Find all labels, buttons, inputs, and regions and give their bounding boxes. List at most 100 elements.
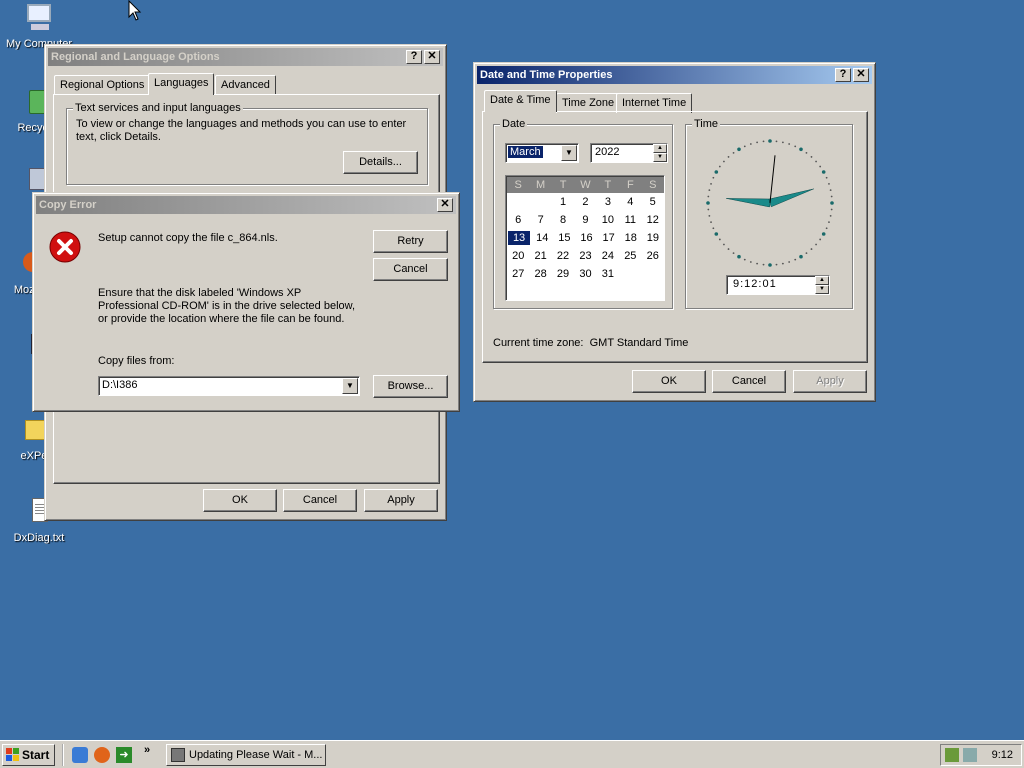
clock-tick: [714, 232, 719, 236]
clock-tick: [830, 208, 833, 211]
internet-explorer-icon[interactable]: [72, 747, 88, 763]
taskbar-task-updating[interactable]: Updating Please Wait - M...: [166, 744, 326, 766]
calendar-day[interactable]: 23: [574, 247, 596, 265]
calendar-day[interactable]: 30: [574, 265, 596, 283]
clock-tick: [825, 227, 828, 230]
time-spinner[interactable]: 9:12:01 ▲ ▼: [726, 275, 830, 295]
calendar-day[interactable]: 2: [574, 193, 596, 211]
tray-clock[interactable]: 9:12: [992, 749, 1013, 761]
clock-tick: [799, 254, 803, 259]
calendar-day[interactable]: 6: [507, 211, 529, 229]
calendar-day[interactable]: 24: [597, 247, 619, 265]
calendar-day: [507, 193, 529, 211]
start-label: Start: [22, 748, 50, 762]
tab-date-time[interactable]: Date & Time: [484, 90, 557, 112]
start-button[interactable]: Start: [2, 744, 55, 766]
year-spinner[interactable]: 2022 ▲ ▼: [590, 143, 668, 163]
calendar-day[interactable]: 11: [619, 211, 641, 229]
arrow-app-icon[interactable]: ➜: [116, 747, 132, 763]
cancel-button[interactable]: Cancel: [712, 370, 786, 393]
clock-tick: [815, 160, 817, 163]
spin-up-icon[interactable]: ▲: [815, 276, 829, 285]
calendar-weekdays: S M T W T F S: [507, 177, 664, 193]
close-button[interactable]: ✕: [437, 198, 453, 212]
spin-down-icon[interactable]: ▼: [653, 153, 667, 162]
calendar-day[interactable]: 18: [620, 229, 642, 247]
clock-tick: [727, 156, 730, 158]
details-button[interactable]: Details...: [343, 151, 418, 174]
calendar-day[interactable]: 26: [642, 247, 664, 265]
calendar-day[interactable]: 7: [529, 211, 551, 229]
clock-tick: [805, 151, 808, 154]
clock-tick: [762, 140, 765, 143]
tab-advanced[interactable]: Advanced: [215, 75, 276, 95]
calendar-day: [642, 265, 664, 283]
calendar-day[interactable]: 15: [553, 229, 575, 247]
clock-tick: [794, 145, 797, 148]
close-button[interactable]: ✕: [853, 68, 869, 82]
month-dropdown[interactable]: March ▼: [505, 143, 579, 163]
quick-launch-chevron[interactable]: »: [144, 744, 150, 756]
clock-tick: [788, 261, 791, 263]
help-button[interactable]: ?: [835, 68, 851, 82]
calendar-day[interactable]: 10: [597, 211, 619, 229]
chevron-down-icon[interactable]: ▼: [342, 378, 358, 394]
error-icon: [49, 231, 81, 263]
tab-internet-time[interactable]: Internet Time: [616, 93, 693, 113]
retry-button[interactable]: Retry: [373, 230, 448, 253]
calendar-day[interactable]: 9: [574, 211, 596, 229]
calendar-day[interactable]: 25: [619, 247, 641, 265]
clock-hour-hand: [726, 198, 771, 208]
calendar-day[interactable]: 3: [597, 193, 619, 211]
tab-regional-options[interactable]: Regional Options: [54, 75, 151, 95]
calendar-day[interactable]: 14: [531, 229, 553, 247]
clock-tick: [707, 208, 710, 211]
calendar-day[interactable]: 8: [552, 211, 574, 229]
chevron-down-icon[interactable]: ▼: [561, 145, 577, 161]
copy-error-titlebar[interactable]: Copy Error ✕: [36, 196, 456, 214]
date-group: Date March ▼ 2022 ▲ ▼ S M T W T F S 1 2 …: [493, 118, 673, 309]
date-time-titlebar[interactable]: Date and Time Properties ? ✕: [477, 66, 872, 84]
calendar-day[interactable]: 29: [552, 265, 574, 283]
calendar-day[interactable]: 12: [642, 211, 664, 229]
spin-up-icon[interactable]: ▲: [653, 144, 667, 153]
calendar-day[interactable]: 13: [508, 231, 531, 245]
firefox-icon[interactable]: [94, 747, 110, 763]
calendar-day[interactable]: 22: [552, 247, 574, 265]
weekday-label: T: [604, 179, 612, 191]
clock-tick: [788, 143, 791, 145]
close-button[interactable]: ✕: [424, 50, 440, 64]
network-icon[interactable]: [963, 748, 977, 762]
copy-from-combobox[interactable]: D:\I386 ▼: [98, 376, 360, 396]
calendar-day[interactable]: 16: [575, 229, 597, 247]
calendar-day[interactable]: 20: [507, 247, 529, 265]
calendar-day[interactable]: 1: [552, 193, 574, 211]
help-button[interactable]: ?: [406, 50, 422, 64]
calendar-day[interactable]: 28: [529, 265, 551, 283]
calendar-grid: S M T W T F S 1 2 3 4 5 6 7 8 9 10 11 12 13 14 15 16 17 1…: [507, 177, 664, 283]
cancel-label: Cancel: [302, 494, 338, 506]
cancel-button[interactable]: Cancel: [373, 258, 448, 281]
calendar-day[interactable]: 4: [619, 193, 641, 211]
apply-button[interactable]: Apply: [364, 489, 438, 512]
regional-titlebar[interactable]: Regional and Language Options ? ✕: [48, 48, 443, 66]
tab-time-zone[interactable]: Time Zone: [556, 93, 621, 113]
spin-down-icon[interactable]: ▼: [815, 285, 829, 294]
tray-app-icon[interactable]: [945, 748, 959, 762]
calendar-day[interactable]: 17: [598, 229, 620, 247]
calendar-day[interactable]: 5: [642, 193, 664, 211]
calendar-day[interactable]: 27: [507, 265, 529, 283]
cancel-button[interactable]: Cancel: [283, 489, 357, 512]
clock-tick: [799, 147, 803, 152]
ok-button[interactable]: OK: [632, 370, 706, 393]
calendar-day[interactable]: 19: [642, 229, 664, 247]
calendar-day[interactable]: 21: [529, 247, 551, 265]
desktop-icon-my-computer[interactable]: My Computer: [2, 2, 76, 50]
ok-button[interactable]: OK: [203, 489, 277, 512]
system-tray: 9:12: [940, 744, 1022, 766]
calendar-day[interactable]: 31: [597, 265, 619, 283]
clock-tick: [810, 156, 813, 158]
tab-languages[interactable]: Languages: [148, 73, 215, 95]
apply-button[interactable]: Apply: [793, 370, 867, 393]
browse-button[interactable]: Browse...: [373, 375, 448, 398]
